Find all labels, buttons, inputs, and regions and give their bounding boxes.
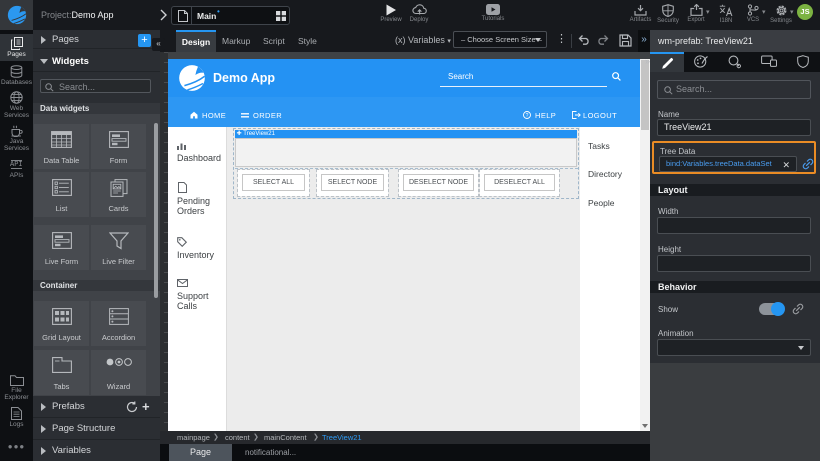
svg-text:API: API (10, 161, 23, 169)
svg-text:?: ? (526, 113, 529, 119)
